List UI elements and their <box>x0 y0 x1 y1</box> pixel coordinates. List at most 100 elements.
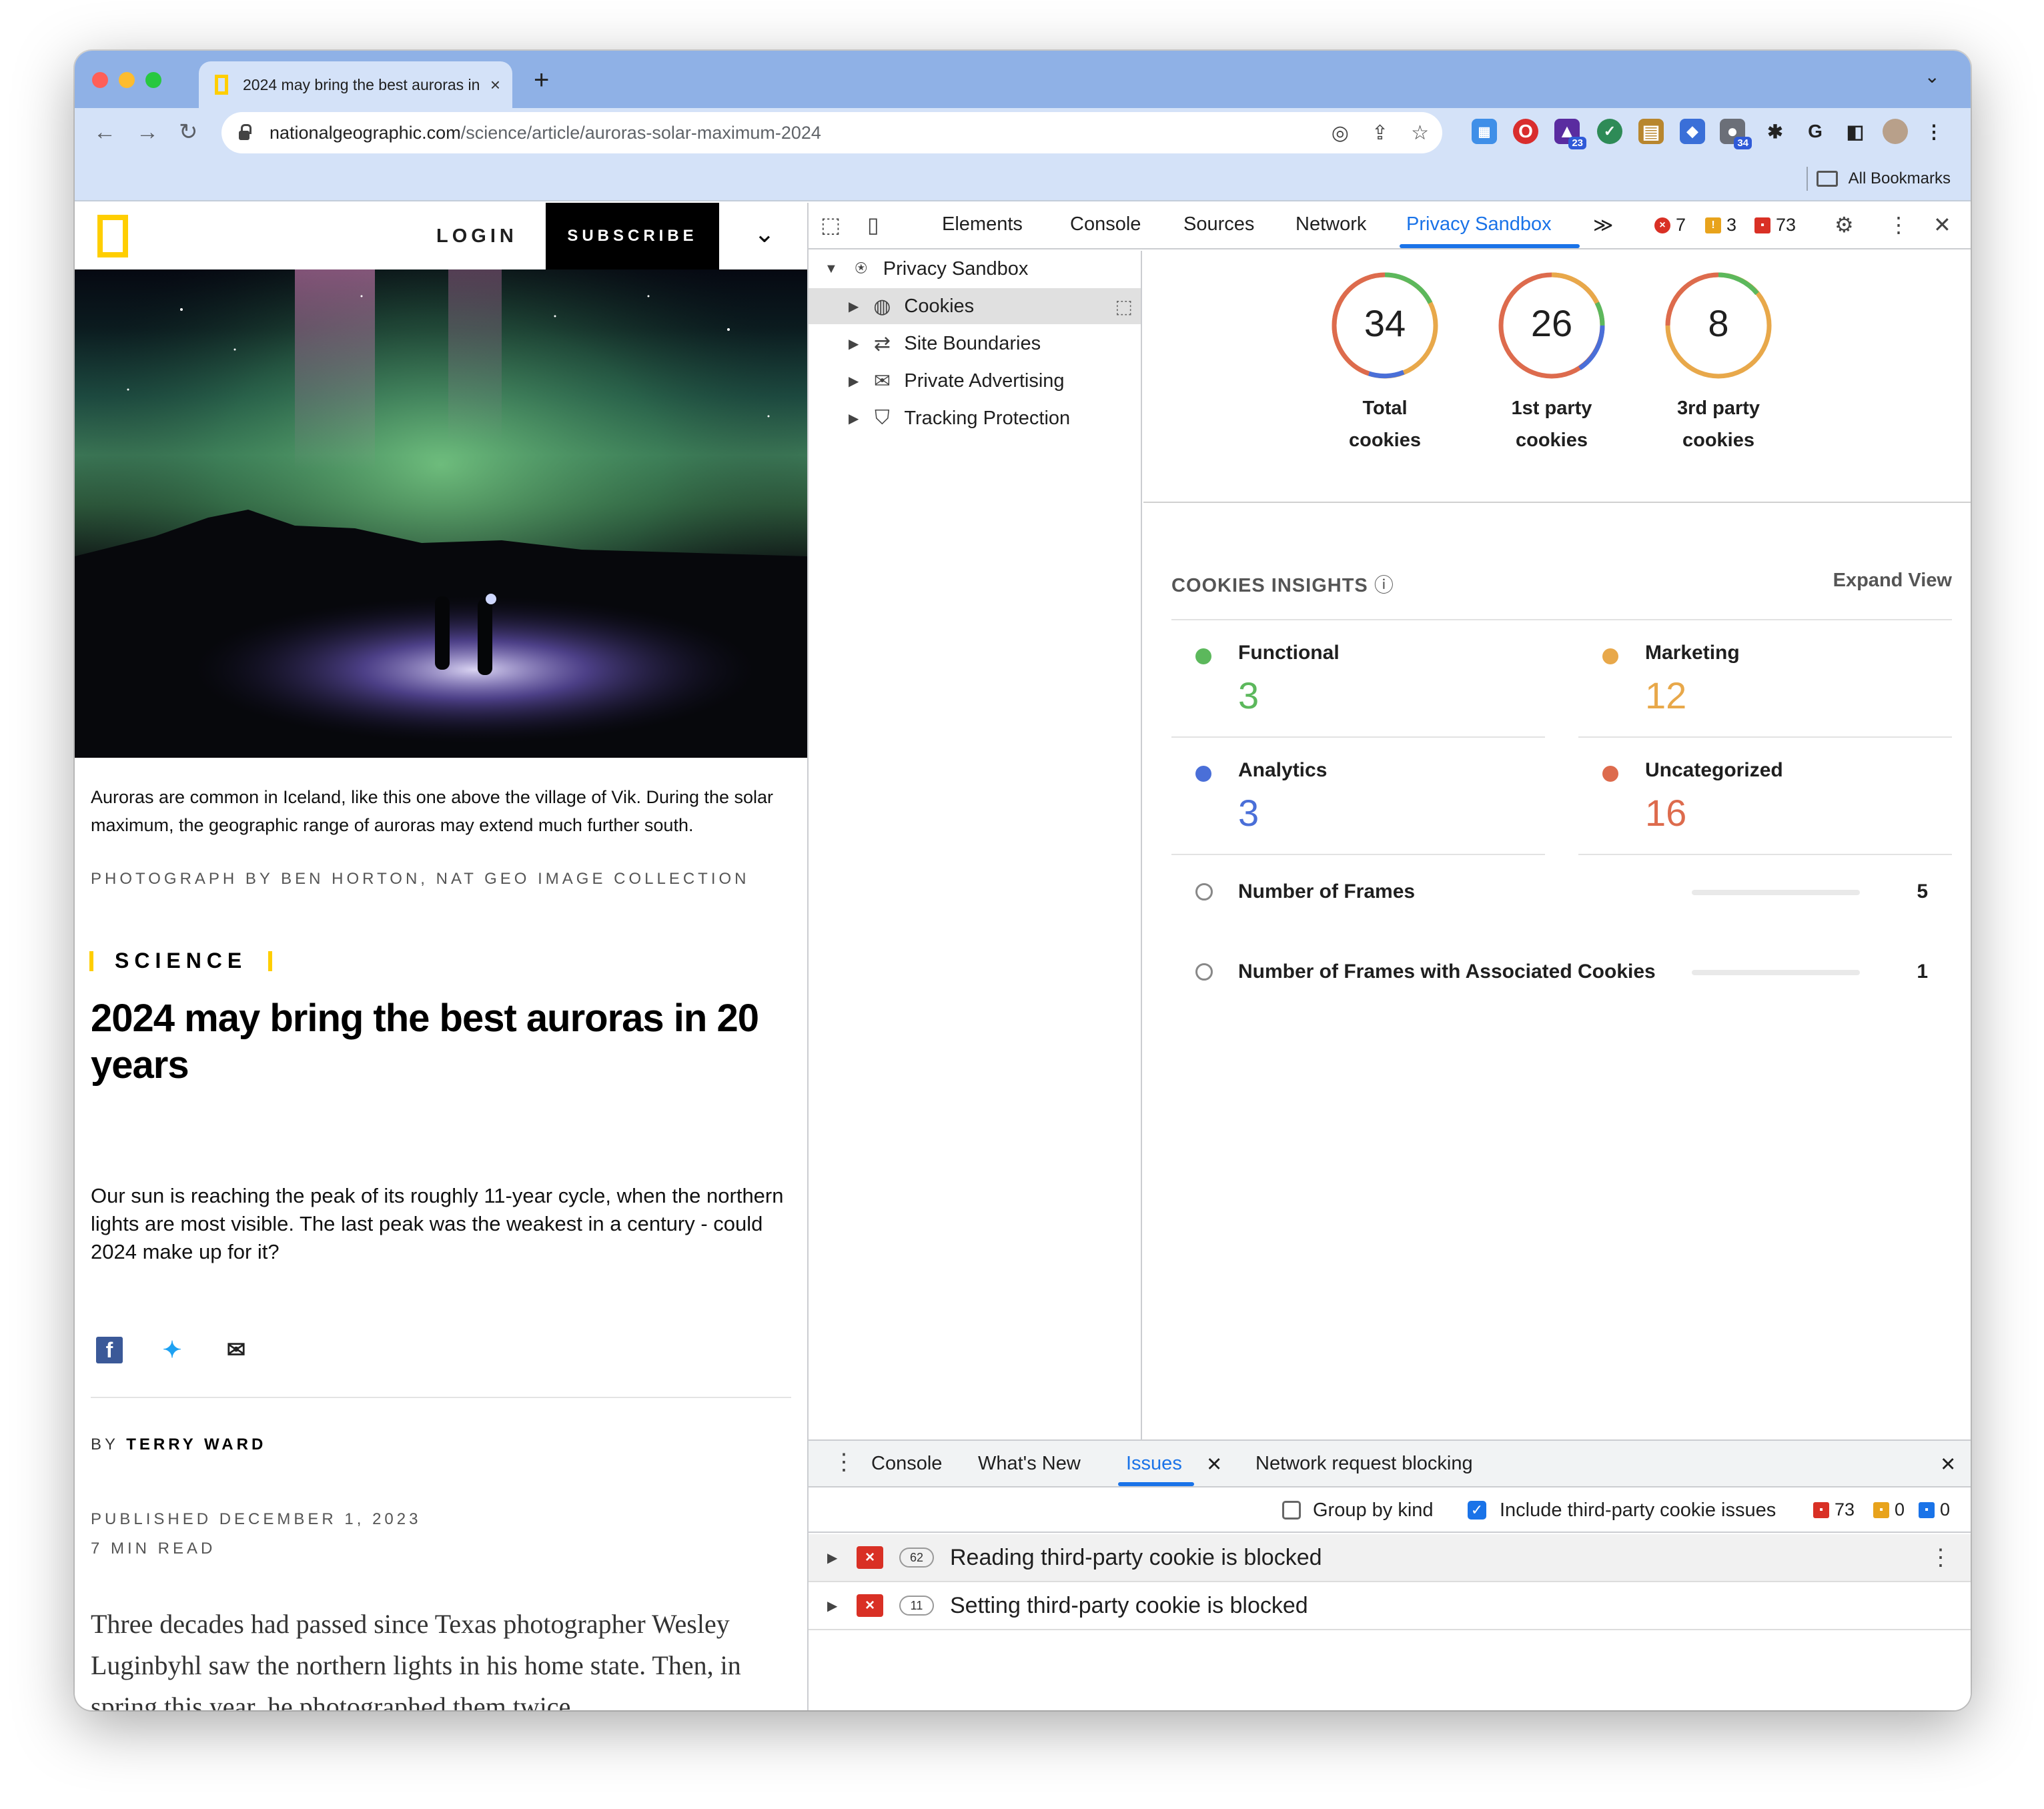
tab-sources[interactable]: Sources <box>1183 213 1254 235</box>
all-bookmarks-button[interactable]: All Bookmarks <box>1816 169 1951 188</box>
tab-privacy-sandbox[interactable]: Privacy Sandbox <box>1406 213 1552 235</box>
eye-off-icon[interactable]: ◎ <box>1332 121 1349 145</box>
group-by-kind-checkbox[interactable] <box>1282 1501 1301 1520</box>
frames-with-cookies-dot <box>1195 963 1213 981</box>
info-icon[interactable]: ⓘ <box>1374 575 1394 596</box>
forward-arrow-icon[interactable]: → <box>136 120 159 144</box>
tab-console[interactable]: Console <box>1070 213 1141 235</box>
puzzle-extensions-icon[interactable]: ✱ <box>1762 119 1788 144</box>
tree-item-private-advertising[interactable]: ▶ ✉ Private Advertising <box>809 363 1141 399</box>
total-cookies-label: Total cookies <box>1349 398 1421 451</box>
reload-icon[interactable]: ↻ <box>179 120 198 144</box>
facebook-share-icon[interactable]: f <box>96 1337 123 1363</box>
drawer-tab-console[interactable]: Console <box>871 1453 942 1475</box>
category-functional[interactable]: Functional 3 <box>1171 620 1545 738</box>
address-bar[interactable]: nationalgeographic.com/science/article/a… <box>221 112 1442 153</box>
tree-item-site-boundaries[interactable]: ▶ ⇄ Site Boundaries <box>809 326 1141 362</box>
issue-row[interactable]: ▶ × 11 Setting third-party cookie is blo… <box>809 1582 1971 1630</box>
devtools-drawer: ⋮ Console What's New Issues ✕ Network re… <box>809 1439 1971 1710</box>
settings-gear-icon[interactable]: ⚙ <box>1835 212 1854 237</box>
new-tab-button[interactable]: + <box>534 65 549 95</box>
warnings-counter[interactable]: ! 3 <box>1705 215 1736 235</box>
collapsed-triangle-icon: ▶ <box>849 336 859 352</box>
include-third-party-label: Include third-party cookie issues <box>1500 1499 1776 1521</box>
notes-extension-icon[interactable]: ▤ <box>1638 119 1664 144</box>
include-third-party-checkbox[interactable]: ✓ <box>1468 1501 1486 1520</box>
issues-error-count[interactable]: ▪ 73 <box>1813 1499 1855 1520</box>
expand-view-button[interactable]: Expand View <box>1833 570 1952 592</box>
inspect-cookies-icon[interactable]: ⬚ <box>1115 295 1133 318</box>
issue-menu-icon[interactable]: ⋮ <box>1929 1544 1952 1571</box>
category-count: 12 <box>1645 674 1687 716</box>
close-issues-tab-icon[interactable]: ✕ <box>1206 1453 1222 1476</box>
author-name[interactable]: TERRY WARD <box>126 1435 266 1453</box>
side-panel-icon[interactable]: ◧ <box>1843 119 1868 144</box>
category-count: 3 <box>1238 674 1259 716</box>
category-marketing[interactable]: Marketing 12 <box>1578 620 1952 738</box>
category-uncategorized[interactable]: Uncategorized 16 <box>1578 738 1952 855</box>
section-label[interactable]: SCIENCE <box>89 949 294 973</box>
back-arrow-icon[interactable]: ← <box>93 120 116 144</box>
drawer-menu-icon[interactable]: ⋮ <box>833 1449 855 1475</box>
devtools-menu-icon[interactable]: ⋮ <box>1888 212 1909 237</box>
issues-counter[interactable]: ▪ 73 <box>1754 215 1796 235</box>
google-g-icon[interactable]: G <box>1803 119 1828 144</box>
issue-row[interactable]: ▶ × 62 Reading third-party cookie is blo… <box>809 1534 1971 1582</box>
check-extension-icon[interactable]: ✓ <box>1597 119 1622 144</box>
photo-credit: PHOTOGRAPH BY BEN HORTON, NAT GEO IMAGE … <box>91 870 750 888</box>
url-text[interactable]: nationalgeographic.com/science/article/a… <box>270 123 1309 143</box>
tab-close-icon[interactable]: × <box>490 75 500 95</box>
graduation-cap-extension-icon[interactable]: ▲ 23 <box>1554 119 1586 149</box>
inspect-element-icon[interactable]: ⬚ <box>821 212 841 237</box>
device-toolbar-icon[interactable]: ▯ <box>867 212 879 237</box>
close-devtools-icon[interactable]: ✕ <box>1933 212 1951 237</box>
share-icon[interactable]: ⇪ <box>1372 121 1388 145</box>
tab-title: 2024 may bring the best auroras in 20 ye… <box>243 75 484 93</box>
tree-root[interactable]: ▼ ⍟ Privacy Sandbox <box>809 251 1141 287</box>
opera-extension-icon[interactable]: O <box>1513 119 1538 144</box>
drawer-tab-issues[interactable]: Issues <box>1126 1453 1182 1475</box>
issues-warning-count[interactable]: ▪ 0 <box>1873 1499 1905 1520</box>
folder-icon <box>1816 171 1838 187</box>
frames-dot <box>1195 883 1213 900</box>
bookmarks-separator <box>1807 167 1808 191</box>
tab-network[interactable]: Network <box>1296 213 1366 235</box>
browser-menu-icon[interactable]: ⋮ <box>1921 119 1947 144</box>
twitter-share-icon[interactable]: ✦ <box>159 1337 185 1363</box>
login-button[interactable]: LOGIN <box>436 225 518 247</box>
close-drawer-icon[interactable]: ✕ <box>1940 1453 1956 1476</box>
menu-chevron-icon[interactable]: ⌄ <box>754 219 775 249</box>
aurora-photo <box>75 269 807 758</box>
minimize-window-button[interactable] <box>119 72 135 88</box>
frames-row[interactable]: Number of Frames 5 <box>1171 874 1952 914</box>
tab-elements[interactable]: Elements <box>942 213 1023 235</box>
private-advertising-icon: ✉ <box>873 370 891 392</box>
cookie-icon: ◍ <box>873 295 891 318</box>
tab-search-chevron-icon[interactable]: ⌄ <box>1925 65 1940 87</box>
profile-avatar[interactable] <box>1883 119 1908 144</box>
category-count: 3 <box>1238 792 1259 834</box>
site-boundaries-icon: ⇄ <box>873 332 891 355</box>
browser-tab[interactable]: 2024 may bring the best auroras in 20 ye… <box>199 61 512 108</box>
active-tab-indicator <box>1400 244 1580 248</box>
tree-item-tracking-protection[interactable]: ▶ ⛉ Tracking Protection <box>809 400 1141 436</box>
extension-1-icon[interactable]: ▦ <box>1472 119 1497 144</box>
errors-counter[interactable]: × 7 <box>1654 215 1686 235</box>
cookie-extension-icon[interactable]: ● 34 <box>1720 119 1752 149</box>
zoom-window-button[interactable] <box>145 72 161 88</box>
close-window-button[interactable] <box>92 72 108 88</box>
article-headline: 2024 may bring the best auroras in 20 ye… <box>91 997 759 1087</box>
tree-item-cookies[interactable]: ▶ ◍ Cookies ⬚ <box>809 288 1141 324</box>
shield-extension-icon[interactable]: ◆ <box>1680 119 1705 144</box>
drawer-tab-network-request-blocking[interactable]: Network request blocking <box>1255 1453 1473 1475</box>
category-analytics[interactable]: Analytics 3 <box>1171 738 1545 855</box>
more-tabs-button[interactable]: ≫ <box>1593 213 1613 237</box>
email-share-icon[interactable]: ✉ <box>223 1337 249 1363</box>
natgeo-logo[interactable] <box>97 215 128 257</box>
subscribe-button[interactable]: SUBSCRIBE <box>546 203 719 269</box>
bookmark-star-icon[interactable]: ☆ <box>1411 121 1429 145</box>
issues-info-count[interactable]: ▪ 0 <box>1919 1499 1950 1520</box>
frames-with-cookies-row[interactable]: Number of Frames with Associated Cookies… <box>1171 954 1952 994</box>
drawer-tab-whats-new[interactable]: What's New <box>978 1453 1081 1475</box>
divider <box>91 1397 791 1398</box>
